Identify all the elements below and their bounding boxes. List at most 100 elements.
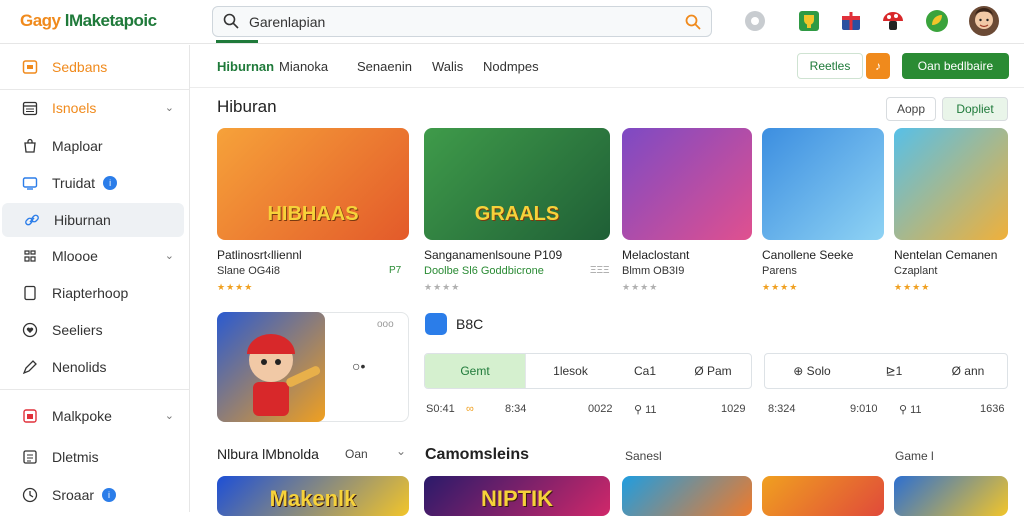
explore-button[interactable]: Dopliet: [942, 97, 1008, 121]
sidebar-item-riapterhoop[interactable]: Riapterhoop: [0, 276, 190, 310]
game-card-title[interactable]: Melaclostant: [622, 248, 689, 262]
sidebar-item-hiburnan[interactable]: Hiburnan: [2, 203, 184, 237]
game-card-subtitle: Doolbe Sl6 Goddbicrone: [424, 265, 544, 277]
game-banner[interactable]: [622, 476, 752, 516]
sidebar-divider: [0, 389, 190, 390]
heart-icon: [22, 322, 38, 338]
app-button[interactable]: Aopp: [886, 97, 936, 121]
info-badge: i: [102, 488, 117, 502]
more-icon[interactable]: ooo: [377, 319, 394, 330]
chevron-down-icon[interactable]: ⌄: [165, 409, 174, 422]
sidebar-item-isnoels[interactable]: Isnoels ⌄: [0, 91, 190, 125]
sidebar-item-sroaar[interactable]: Sroaar i: [0, 478, 190, 512]
info-badge: i: [103, 176, 118, 190]
pen-icon: [22, 360, 37, 375]
tab-hiburnan[interactable]: Hiburnan: [217, 59, 274, 74]
tab-nodmpes[interactable]: Nodmpes: [483, 59, 539, 74]
category-tabs: Hiburnan Mianoka Senaenin Walis Nodmpes: [190, 46, 1024, 88]
outline-button[interactable]: Reetles: [797, 53, 863, 79]
segment-gemt[interactable]: Gemt: [425, 354, 525, 388]
game-card-title[interactable]: Canollene Seeke: [762, 248, 853, 262]
game-card-image[interactable]: [622, 128, 752, 240]
sidebar-item-malkpoke[interactable]: Malkpoke ⌄: [0, 399, 190, 433]
game-banner[interactable]: [894, 476, 1008, 516]
tab-walis[interactable]: Walis: [432, 59, 463, 74]
game-card-subtitle: Czaplant: [894, 265, 938, 277]
game-card-title[interactable]: Sanganamenlsoune P109: [424, 248, 562, 262]
section-title: Hiburan: [217, 97, 277, 116]
sidebar-item-sedbans[interactable]: Sedbans: [0, 50, 190, 84]
tab-senaenin[interactable]: Senaenin: [357, 59, 412, 74]
game-card-image[interactable]: [762, 128, 884, 240]
leaf-icon[interactable]: [924, 8, 950, 34]
stat-value: 1029: [721, 403, 746, 415]
game-card-title[interactable]: Patlinosrt‹lliennl: [217, 248, 302, 262]
bell-icon[interactable]: ♪: [866, 53, 890, 79]
stat-value: ⚲ 11: [899, 404, 922, 416]
search-submit-icon[interactable]: [685, 14, 701, 30]
game-banner[interactable]: Makenlk: [217, 476, 409, 516]
chevron-down-icon[interactable]: ⌄: [165, 249, 174, 262]
play-icon[interactable]: ○•: [352, 358, 365, 374]
game-card-subtitle: Blmm OB3I9: [622, 265, 685, 277]
filter-segment-1: Gemt 1lesok Ca1 Ø Pam: [424, 353, 752, 389]
list-icon: [23, 450, 37, 464]
sidebar-item-dletmis[interactable]: Dletmis: [0, 440, 190, 474]
sidebar: Sedbans Isnoels ⌄ Maploar Truidat i Hibu…: [0, 45, 190, 512]
primary-button[interactable]: Oan bedlbaire: [902, 53, 1009, 79]
search-input[interactable]: Garenlapian: [249, 14, 325, 30]
gift-icon[interactable]: [838, 8, 864, 34]
logo-part-1: Gagy: [20, 11, 61, 30]
banner-art-text: NIPTIK: [480, 486, 554, 511]
sidebar-item-mloooe[interactable]: Mloooe ⌄: [0, 239, 190, 273]
link-icon: [25, 214, 39, 226]
stat-value: 0022: [588, 403, 613, 415]
search-box[interactable]: Garenlapian: [212, 6, 712, 37]
segment-solo[interactable]: ⊕ Solo: [765, 354, 859, 388]
trophy-icon[interactable]: [796, 8, 822, 34]
section-2-right-sub[interactable]: Game l: [895, 449, 934, 463]
search-icon: [223, 13, 239, 29]
sidebar-item-label: Mloooe: [52, 248, 98, 264]
stat-value: 1636: [980, 403, 1005, 415]
segment-ca[interactable]: Ca1: [615, 354, 675, 388]
sidebar-item-truidat[interactable]: Truidat i: [0, 166, 190, 200]
game-card-badge: ΞΞΞ: [590, 265, 610, 276]
doc-icon: [24, 285, 36, 301]
segment-pam[interactable]: Ø Pam: [675, 354, 751, 388]
game-card-subtitle: Parens: [762, 265, 797, 277]
app-logo[interactable]: Gagy lMaketapoic: [20, 11, 157, 31]
section-2-left-sub[interactable]: Oan: [345, 447, 368, 461]
sidebar-item-label: Malkpoke: [52, 408, 112, 424]
avatar[interactable]: [968, 5, 1000, 37]
stat-value: S0:41: [426, 403, 455, 415]
game-card-image[interactable]: HIBHAAS: [217, 128, 409, 240]
section-2-sub[interactable]: Sanesl: [625, 449, 662, 463]
clock-icon: [22, 487, 38, 503]
sidebar-item-nenolids[interactable]: Nenolids: [0, 350, 190, 384]
sidebar-item-label: Riapterhoop: [52, 285, 129, 301]
segment-2[interactable]: ⊵1: [859, 354, 929, 388]
game-banner[interactable]: NIPTIK: [424, 476, 610, 516]
gear-icon[interactable]: [742, 8, 768, 34]
rating-stars: ★★★★: [217, 282, 254, 292]
chevron-down-icon[interactable]: ⌄: [396, 444, 406, 458]
game-card-image[interactable]: [894, 128, 1008, 240]
mushroom-icon[interactable]: [880, 8, 906, 34]
sidebar-item-label: Maploar: [52, 138, 103, 154]
game-card-image[interactable]: GRAALS: [424, 128, 610, 240]
stat-value: 8:324: [768, 403, 796, 415]
sidebar-item-maploar[interactable]: Maploar: [0, 129, 190, 163]
stat-value: ⚲ 11: [634, 404, 657, 416]
sidebar-item-label: Truidat: [52, 175, 96, 191]
sidebar-item-seeliers[interactable]: Seeliers: [0, 313, 190, 347]
chevron-down-icon[interactable]: ⌄: [165, 101, 174, 114]
tab-mianoka[interactable]: Mianoka: [279, 59, 328, 74]
game-banner[interactable]: [762, 476, 884, 516]
sidebar-item-label: Sroaar: [52, 487, 95, 503]
stat-value: 9:010: [850, 403, 878, 415]
segment-lesok[interactable]: 1lesok: [525, 354, 615, 388]
segment-ann[interactable]: Ø ann: [929, 354, 1007, 388]
sidebar-item-label: Hiburnan: [54, 212, 111, 228]
game-card-title[interactable]: Nentelan Cemanen: [894, 248, 997, 262]
